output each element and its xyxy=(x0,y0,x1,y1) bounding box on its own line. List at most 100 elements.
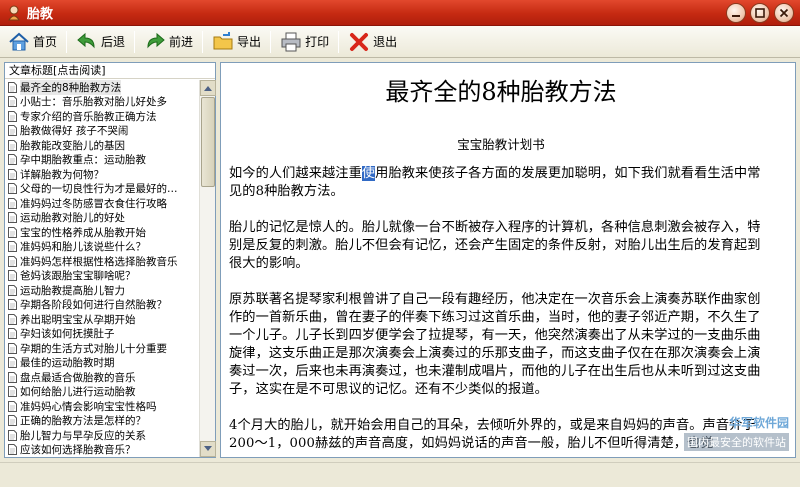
printer-icon xyxy=(281,32,301,51)
print-label: 打印 xyxy=(305,35,330,49)
list-item-label: 专家介绍的音乐胎教正确方法 xyxy=(20,110,157,123)
title-bar[interactable]: 胎教 xyxy=(0,0,800,26)
document-icon xyxy=(8,168,17,180)
document-icon xyxy=(8,328,17,340)
forward-button[interactable]: 前进 xyxy=(140,28,197,56)
document-icon xyxy=(8,270,17,282)
minimize-icon xyxy=(732,15,740,17)
list-item-label: 最齐全的8种胎教方法 xyxy=(20,80,122,95)
document-icon xyxy=(8,313,17,325)
document-icon xyxy=(8,415,17,427)
document-icon xyxy=(8,342,17,354)
close-button[interactable] xyxy=(774,3,794,23)
list-item[interactable]: 正确的胎教方法是怎样的？ xyxy=(5,414,199,429)
scroll-down-button[interactable] xyxy=(200,441,216,457)
chevron-down-icon xyxy=(204,446,212,451)
list-item[interactable]: 父母的一切良性行为才是最好的… xyxy=(5,182,199,197)
list-item-label: 孕期各阶段如何进行自然胎教？ xyxy=(20,299,167,312)
document-icon xyxy=(8,110,17,122)
status-bar xyxy=(0,462,800,487)
list-item[interactable]: 专家介绍的音乐胎教正确方法 xyxy=(5,109,199,124)
scroll-thumb[interactable] xyxy=(201,97,215,187)
article-paragraph: 4个月大的胎儿，就开始会用自己的耳朵，去倾听外界的，或是来自妈妈的声音。声音介于… xyxy=(229,418,756,451)
list-item[interactable]: 孕期的生活方式对胎儿十分重要 xyxy=(5,341,199,356)
home-button[interactable]: 首页 xyxy=(4,28,61,56)
home-label: 首页 xyxy=(33,35,58,49)
back-button[interactable]: 后退 xyxy=(72,28,129,56)
list-item-label: 胎教做得好 孩子不哭闹 xyxy=(20,125,129,138)
back-arrow-icon xyxy=(77,32,95,48)
list-item-label: 详解胎教为何物？ xyxy=(20,168,104,181)
article-paragraph: 胎儿的记忆是惊人的。胎儿就像一台不断被存入程序的计算机，各种信息刺激会被存入，特… xyxy=(229,220,761,271)
maximize-button[interactable] xyxy=(750,3,770,23)
list-item[interactable]: 养出聪明宝宝从孕期开始 xyxy=(5,312,199,327)
document-icon xyxy=(8,299,17,311)
document-icon xyxy=(8,371,17,383)
list-item[interactable]: 小贴士：音乐胎教对胎儿好处多 xyxy=(5,95,199,110)
export-button[interactable]: 导出 xyxy=(208,28,265,56)
list-item[interactable]: 胎教能改变胎儿的基因 xyxy=(5,138,199,153)
list-item[interactable]: 准妈妈怎样根据性格选择胎教音乐 xyxy=(5,254,199,269)
toolbar-separator xyxy=(66,30,68,53)
document-icon xyxy=(8,212,17,224)
list-item-label: 小贴士：音乐胎教对胎儿好处多 xyxy=(20,96,167,109)
list-item[interactable]: 最齐全的8种胎教方法 xyxy=(5,80,199,95)
window-title: 胎教 xyxy=(27,7,54,22)
list-item-label: 胎儿智力与早孕反应的关系 xyxy=(20,429,146,442)
app-baby-icon xyxy=(8,5,20,20)
list-item[interactable]: 最佳的运动胎教时期 xyxy=(5,356,199,371)
list-item-label: 准妈妈心情会影响宝宝性格吗 xyxy=(20,400,157,413)
paragraph-text: 如今的人们越来越注重 xyxy=(229,166,362,181)
list-item-label: 准妈妈和胎儿该说些什么？ xyxy=(20,241,146,254)
maximize-icon xyxy=(755,8,765,18)
home-icon xyxy=(9,32,29,50)
list-item-label: 如何给胎儿进行运动胎教 xyxy=(20,386,136,399)
list-item-label: 准妈妈怎样根据性格选择胎教音乐 xyxy=(20,255,178,268)
list-item[interactable]: 详解胎教为何物？ xyxy=(5,167,199,182)
document-icon xyxy=(8,284,17,296)
text-selection[interactable]: 使 xyxy=(361,166,376,181)
list-item[interactable]: 孕中期胎教重点：运动胎教 xyxy=(5,153,199,168)
toolbar-separator xyxy=(338,30,340,53)
list-item[interactable]: 准妈妈和胎儿该说些什么？ xyxy=(5,240,199,255)
back-label: 后退 xyxy=(101,35,126,49)
document-icon xyxy=(8,357,17,369)
list-item-label: 孕妇该如何抚摸肚子 xyxy=(20,328,115,341)
article-list-scrollbar[interactable] xyxy=(199,80,216,457)
list-item[interactable]: 盘点最适合做胎教的音乐 xyxy=(5,370,199,385)
list-item-label: 应该如何选择胎教音乐？ xyxy=(20,444,136,457)
list-item[interactable]: 孕妇该如何抚摸肚子 xyxy=(5,327,199,342)
scroll-up-button[interactable] xyxy=(200,80,216,96)
list-item[interactable]: 准妈妈心情会影响宝宝性格吗 xyxy=(5,399,199,414)
list-item[interactable]: 如何给胎儿进行运动胎教 xyxy=(5,385,199,400)
document-icon xyxy=(8,400,17,412)
exit-x-icon xyxy=(350,32,369,51)
article-list-header: 文章标题[点击阅读] xyxy=(5,63,215,79)
print-button[interactable]: 打印 xyxy=(276,28,333,56)
list-item[interactable]: 宝宝的性格养成从胎教开始 xyxy=(5,225,199,240)
list-item[interactable]: 孕期各阶段如何进行自然胎教？ xyxy=(5,298,199,313)
article-title: 最齐全的8种胎教方法 xyxy=(385,78,617,106)
list-item[interactable]: 胎儿智力与早孕反应的关系 xyxy=(5,428,199,443)
list-item[interactable]: 准妈妈过冬防感冒衣食住行攻略 xyxy=(5,196,199,211)
toolbar-separator xyxy=(134,30,136,53)
list-item[interactable]: 胎教做得好 孩子不哭闹 xyxy=(5,124,199,139)
list-item-label: 运动胎教提高胎儿智力 xyxy=(20,284,125,297)
document-icon xyxy=(8,444,17,456)
article-paragraph: 原苏联著名提琴家利根曾讲了自己一段有趣经历，他决定在一次音乐会上演奏苏联作曲家创… xyxy=(229,292,761,397)
forward-label: 前进 xyxy=(169,35,194,49)
toolbar: 首页 后退 前进 导出 打印 退出 xyxy=(0,26,800,58)
article-paragraph: 如今的人们越来越注重使用胎教来使孩子各方面的发展更加聪明，如下我们就看看生活中常… xyxy=(229,165,773,201)
list-item[interactable]: 运动胎教对胎儿的好处 xyxy=(5,211,199,226)
minimize-button[interactable] xyxy=(726,3,746,23)
list-item-label: 孕中期胎教重点：运动胎教 xyxy=(20,154,146,167)
list-item[interactable]: 爸妈该跟胎宝宝聊啥呢？ xyxy=(5,269,199,284)
list-item[interactable]: 应该如何选择胎教音乐？ xyxy=(5,443,199,458)
exit-button[interactable]: 退出 xyxy=(344,28,401,56)
list-item-label: 运动胎教对胎儿的好处 xyxy=(20,212,125,225)
article-view[interactable]: 最齐全的8种胎教方法 宝宝胎教计划书 如今的人们越来越注重使用胎教来使孩子各方面… xyxy=(220,62,796,458)
list-item[interactable]: 运动胎教提高胎儿智力 xyxy=(5,283,199,298)
document-icon xyxy=(8,241,17,253)
document-icon xyxy=(8,125,17,137)
document-icon xyxy=(8,154,17,166)
